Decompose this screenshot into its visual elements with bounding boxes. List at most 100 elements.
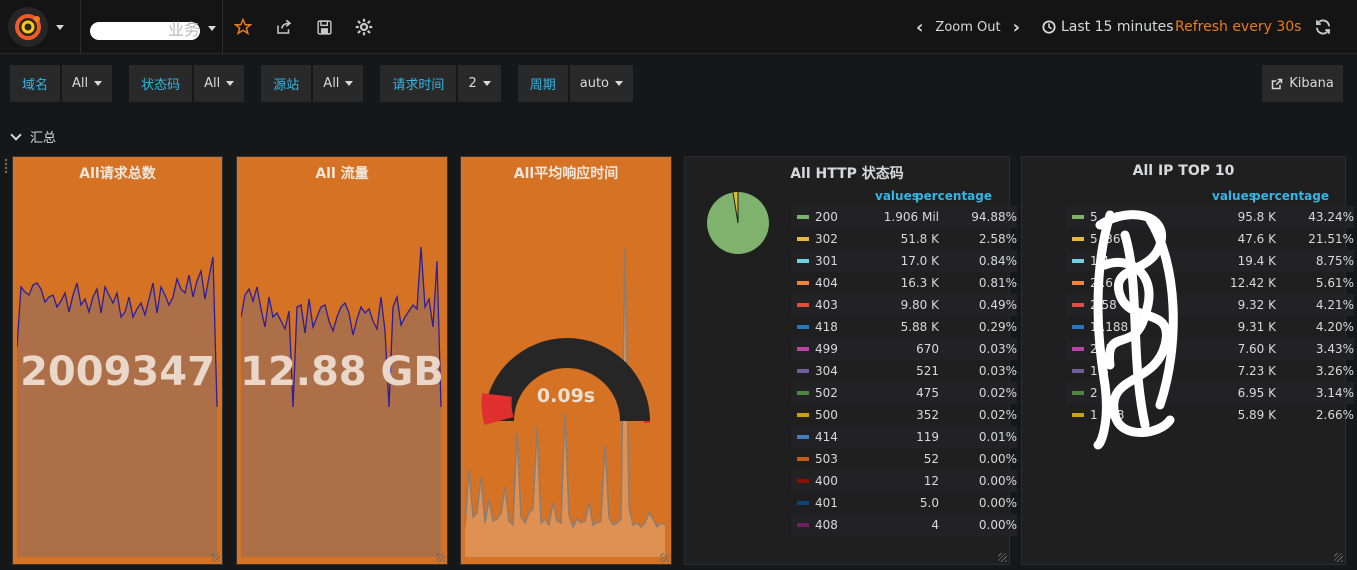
series-color-swatch[interactable] xyxy=(797,215,809,219)
legend-series-name: 503 xyxy=(815,452,838,466)
series-color-swatch[interactable] xyxy=(1072,303,1084,307)
series-color-swatch[interactable] xyxy=(797,369,809,373)
variable-select-origin[interactable]: All xyxy=(313,65,364,102)
series-color-swatch[interactable] xyxy=(1072,237,1084,241)
legend-percentage: 8.75% xyxy=(1315,254,1354,268)
variable-label-domain: 域名 xyxy=(10,65,61,102)
variable-value: 2 xyxy=(468,76,477,91)
stat-value: 2009347 xyxy=(20,349,215,395)
legend-row[interactable]: 302 51.8 K 2.58% xyxy=(791,228,1017,250)
refresh-interval-label[interactable]: Refresh every 30s xyxy=(1175,19,1301,35)
series-color-swatch[interactable] xyxy=(1072,369,1084,373)
legend-percentage: 0.81% xyxy=(978,276,1017,290)
grafana-menu-button[interactable] xyxy=(8,6,72,48)
series-color-swatch[interactable] xyxy=(797,413,809,417)
variable-select-period[interactable]: auto xyxy=(569,65,633,102)
legend-series-name: 404 xyxy=(815,276,838,290)
legend-percentage: 3.43% xyxy=(1315,342,1354,356)
legend-series-name: 403 xyxy=(815,298,838,312)
legend-value: 51.8 K xyxy=(900,232,939,246)
row-header[interactable]: 汇总 xyxy=(10,127,57,146)
divider xyxy=(222,0,223,54)
series-color-swatch[interactable] xyxy=(797,501,809,505)
legend-value: 17.0 K xyxy=(900,254,939,268)
save-icon[interactable] xyxy=(315,18,333,36)
series-color-swatch[interactable] xyxy=(797,523,809,527)
variable-select-domain[interactable]: All xyxy=(62,65,113,102)
drag-handle-icon[interactable] xyxy=(4,158,8,174)
series-color-swatch[interactable] xyxy=(1072,325,1084,329)
panel-title: All 流量 xyxy=(315,166,369,182)
resize-handle-icon[interactable] xyxy=(1334,553,1343,562)
series-color-swatch[interactable] xyxy=(1072,391,1084,395)
column-header-percentage[interactable]: percentage xyxy=(915,189,992,203)
variable-select-request-time[interactable]: 2 xyxy=(458,65,501,102)
time-range-picker[interactable]: Last 15 minutes xyxy=(1042,19,1174,35)
dashboard-title: 业务 xyxy=(168,20,201,39)
legend-row[interactable]: 403 9.80 K 0.49% xyxy=(791,294,1017,316)
variable-label-status: 状态码 xyxy=(129,65,193,102)
resize-handle-icon[interactable] xyxy=(211,553,220,562)
series-color-swatch[interactable] xyxy=(797,391,809,395)
refresh-icon[interactable] xyxy=(1314,18,1334,38)
series-color-swatch[interactable] xyxy=(797,325,809,329)
legend-series-name: 418 xyxy=(815,320,838,334)
legend-row[interactable]: 200 1.906 Mil 94.88% xyxy=(791,206,1017,228)
kibana-link-button[interactable]: Kibana xyxy=(1262,65,1343,102)
legend-value: 5.88 K xyxy=(900,320,939,334)
legend-row[interactable]: 304 521 0.03% xyxy=(791,360,1017,382)
legend-value: 95.8 K xyxy=(1237,210,1276,224)
gear-icon[interactable] xyxy=(355,18,373,36)
series-color-swatch[interactable] xyxy=(1072,347,1084,351)
legend-row[interactable]: 503 52 0.00% xyxy=(791,448,1017,470)
resize-handle-icon[interactable] xyxy=(660,553,669,562)
series-color-swatch[interactable] xyxy=(1072,215,1084,219)
legend-percentage: 0.00% xyxy=(978,496,1017,510)
legend-row[interactable]: 418 5.88 K 0.29% xyxy=(791,316,1017,338)
external-link-icon xyxy=(1271,78,1283,89)
series-color-swatch[interactable] xyxy=(797,237,809,241)
legend-row[interactable]: 502 475 0.02% xyxy=(791,382,1017,404)
star-icon[interactable] xyxy=(234,18,252,36)
variable-select-status[interactable]: All xyxy=(194,65,245,102)
legend-percentage: 0.00% xyxy=(978,452,1017,466)
legend-row[interactable]: 400 12 0.00% xyxy=(791,470,1017,492)
legend-row[interactable]: 301 17.0 K 0.84% xyxy=(791,250,1017,272)
series-color-swatch[interactable] xyxy=(797,457,809,461)
legend-row[interactable]: 401 5.0 0.00% xyxy=(791,492,1017,514)
row-title: 汇总 xyxy=(30,131,57,146)
legend-row[interactable]: 499 670 0.03% xyxy=(791,338,1017,360)
chevron-right-icon[interactable]: › xyxy=(1013,17,1020,38)
series-color-swatch[interactable] xyxy=(797,347,809,351)
legend-value: 9.31 K xyxy=(1237,320,1276,334)
series-color-swatch[interactable] xyxy=(797,259,809,263)
resize-handle-icon[interactable] xyxy=(436,553,445,562)
series-color-swatch[interactable] xyxy=(797,281,809,285)
legend-series-name: 499 xyxy=(815,342,838,356)
legend-row[interactable]: 408 4 0.00% xyxy=(791,514,1017,536)
chevron-left-icon[interactable]: ‹ xyxy=(916,17,923,38)
legend-row[interactable]: 414 119 0.01% xyxy=(791,426,1017,448)
legend-value: 352 xyxy=(916,408,939,422)
series-color-swatch[interactable] xyxy=(797,435,809,439)
column-header-values[interactable]: values xyxy=(1212,189,1256,203)
share-icon[interactable] xyxy=(275,18,293,36)
series-color-swatch[interactable] xyxy=(1072,259,1084,263)
series-color-swatch[interactable] xyxy=(797,303,809,307)
series-color-swatch[interactable] xyxy=(797,479,809,483)
resize-handle-icon[interactable] xyxy=(998,553,1007,562)
column-header-values[interactable]: values xyxy=(875,189,919,203)
dashboard-picker[interactable]: 业务 xyxy=(86,16,217,40)
series-color-swatch[interactable] xyxy=(1072,281,1084,285)
legend-value: 9.32 K xyxy=(1237,298,1276,312)
legend-value: 521 xyxy=(916,364,939,378)
stat-value: 12.88 GB xyxy=(240,349,444,395)
legend-row[interactable]: 500 352 0.02% xyxy=(791,404,1017,426)
legend-percentage: 0.00% xyxy=(978,518,1017,532)
gauge xyxy=(481,338,650,425)
legend-percentage: 43.24% xyxy=(1308,210,1354,224)
column-header-percentage[interactable]: percentage xyxy=(1252,189,1329,203)
series-color-swatch[interactable] xyxy=(1072,413,1084,417)
zoom-out-button[interactable]: Zoom Out xyxy=(935,20,1000,35)
legend-row[interactable]: 404 16.3 K 0.81% xyxy=(791,272,1017,294)
